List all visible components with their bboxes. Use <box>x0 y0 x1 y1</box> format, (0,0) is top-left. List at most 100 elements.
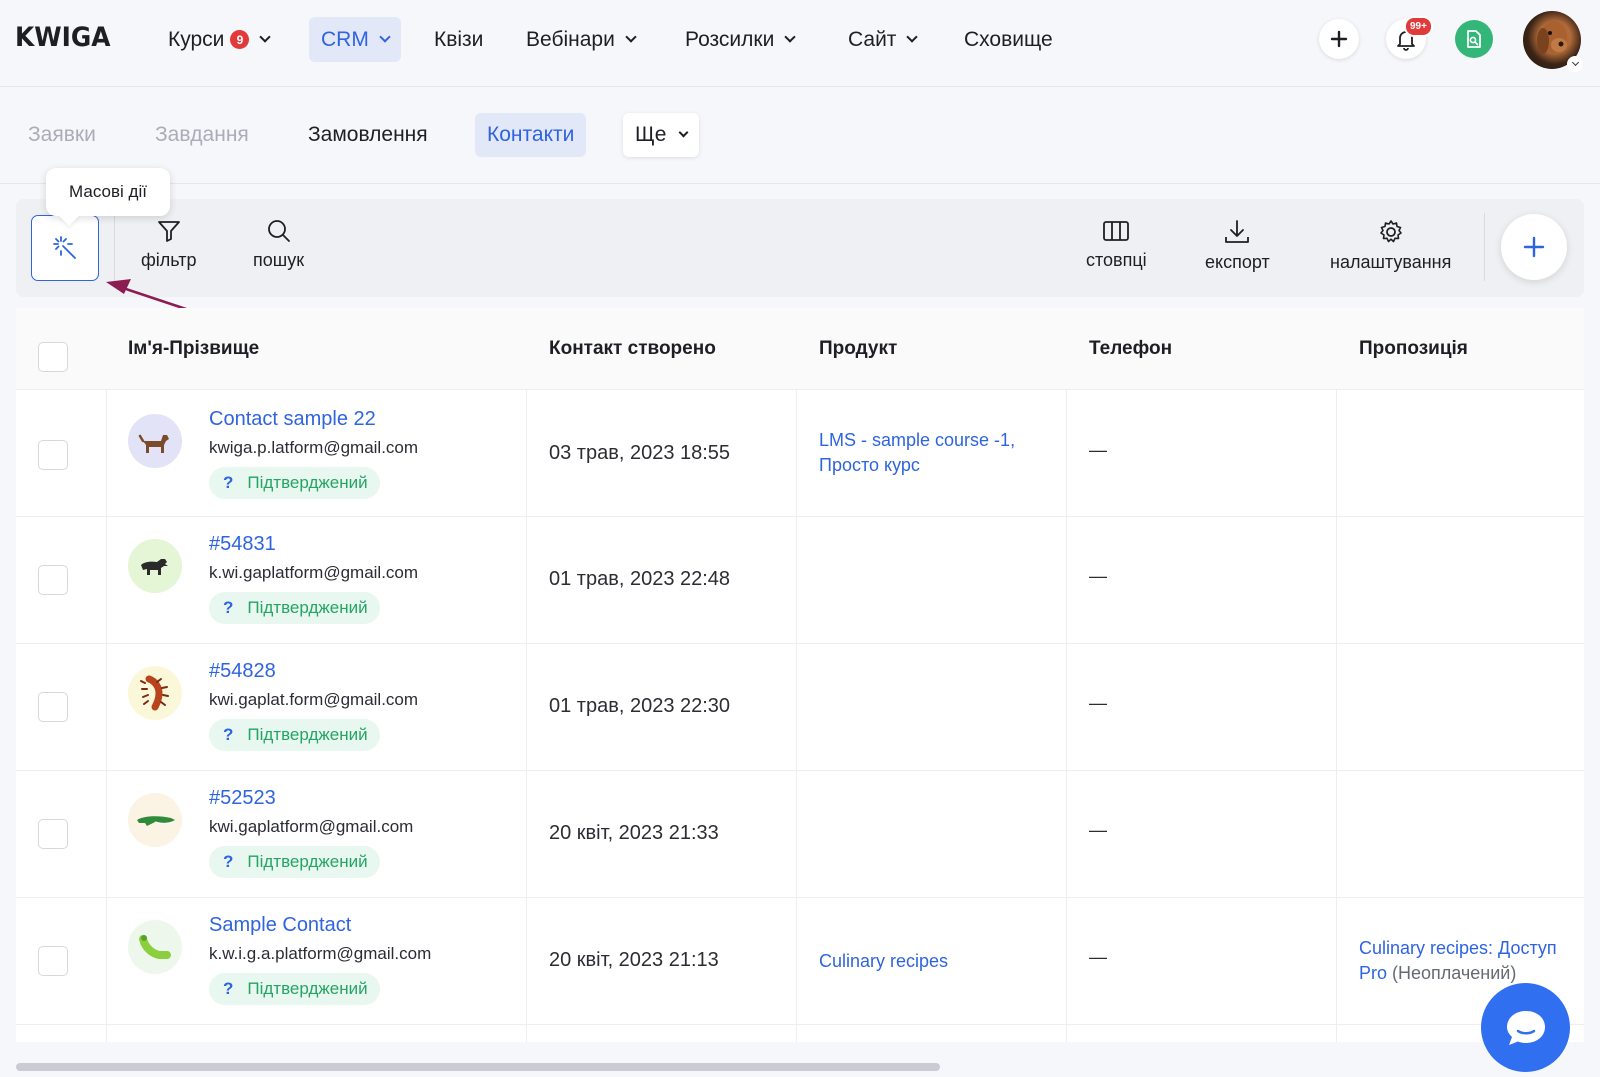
nav-mailings[interactable]: Розсилки <box>673 17 806 62</box>
column-header-phone[interactable]: Телефон <box>1089 308 1172 390</box>
table-row[interactable]: #52523 kwi.gaplatform@gmail.com ? Підтве… <box>16 771 1584 898</box>
nav-crm[interactable]: CRM <box>309 17 401 62</box>
tab-contacts[interactable]: Контакти <box>475 113 587 157</box>
chat-button[interactable] <box>1481 983 1570 1072</box>
contact-avatar <box>128 793 182 847</box>
subnav-divider <box>0 183 1600 184</box>
document-search-icon <box>1467 30 1481 48</box>
created-date: 20 квіт, 2023 21:13 <box>549 949 719 971</box>
status-label: Підтверджений <box>247 598 368 617</box>
top-navigation: KWIGA Курси 9 CRM Квізи Вебінари Розсилк… <box>0 0 1600 87</box>
column-header-name[interactable]: Ім'я-Прізвище <box>128 308 259 390</box>
row-checkbox[interactable] <box>38 692 68 722</box>
filter-icon <box>157 221 180 242</box>
status-label: Підтверджений <box>247 725 368 744</box>
chevron-down-icon[interactable] <box>1567 56 1583 72</box>
support-button[interactable] <box>1455 20 1493 58</box>
tab-more[interactable]: Ще <box>623 113 700 157</box>
nav-mailings-label: Розсилки <box>685 27 775 51</box>
created-date: 20 квіт, 2023 21:33 <box>549 822 719 844</box>
tab-more-label: Ще <box>635 123 667 146</box>
kwiga-logo[interactable]: KWIGA <box>15 22 111 53</box>
tab-requests[interactable]: Заявки <box>16 113 108 157</box>
contact-email: kwiga.p.latform@gmail.com <box>209 438 419 457</box>
row-checkbox[interactable] <box>38 565 68 595</box>
phone-value: — <box>1089 820 1107 840</box>
search-icon <box>267 220 290 242</box>
column-header-offer[interactable]: Пропозиція <box>1359 308 1468 390</box>
row-checkbox[interactable] <box>38 819 68 849</box>
gear-icon <box>1379 220 1402 243</box>
chevron-down-icon <box>379 31 391 43</box>
courses-count-badge: 9 <box>230 30 250 49</box>
table-row[interactable]: #54828 kwi.gaplat.form@gmail.com ? Підтв… <box>16 644 1584 771</box>
contact-avatar <box>128 539 182 593</box>
nav-webinars[interactable]: Вебінари <box>514 17 647 62</box>
row-checkbox[interactable] <box>38 440 68 470</box>
row-checkbox[interactable] <box>38 946 68 976</box>
question-icon: ? <box>223 979 234 998</box>
dog-icon <box>138 434 169 453</box>
tab-requests-label: Заявки <box>28 123 96 146</box>
table-row[interactable]: Sample Contact k.w.i.g.a.platform@gmail.… <box>16 898 1584 1025</box>
offer-payment-status: (Неоплачений) <box>1392 963 1517 983</box>
column-header-product[interactable]: Продукт <box>819 308 897 390</box>
export-button[interactable]: експорт <box>1205 218 1270 273</box>
create-button[interactable] <box>1319 19 1359 59</box>
nav-courses[interactable]: Курси 9 <box>156 17 281 62</box>
horizontal-scrollbar[interactable] <box>16 1063 940 1071</box>
contact-name-link[interactable]: #52523 <box>209 787 276 810</box>
contact-name-link[interactable]: #54828 <box>209 660 276 683</box>
status-badge: ? Підтверджений <box>209 973 380 1005</box>
table-row[interactable]: #54831 k.wi.gaplatform@gmail.com ? Підтв… <box>16 517 1584 644</box>
caterpillar-icon <box>139 935 171 959</box>
contacts-table: Ім'я-Прізвище Контакт створено Продукт Т… <box>16 308 1584 1042</box>
tab-orders[interactable]: Замовлення <box>296 113 440 157</box>
filter-label: фільтр <box>141 250 197 270</box>
column-header-created[interactable]: Контакт створено <box>549 308 716 390</box>
nav-courses-label: Курси <box>168 27 225 51</box>
contact-name-link[interactable]: #54831 <box>209 533 276 556</box>
plus-icon <box>1330 30 1348 48</box>
add-contact-button[interactable] <box>1501 214 1567 280</box>
chevron-down-icon <box>784 31 796 43</box>
chat-bubble-icon <box>1506 1010 1545 1045</box>
filter-button[interactable]: фільтр <box>141 218 197 271</box>
chevron-down-icon <box>906 31 919 43</box>
settings-button[interactable]: налаштування <box>1330 218 1451 273</box>
nav-storage[interactable]: Сховище <box>952 17 1065 62</box>
settings-label: налаштування <box>1330 252 1452 272</box>
phone-value: — <box>1089 947 1107 967</box>
contact-name-link[interactable]: Sample Contact <box>209 914 351 937</box>
search-button[interactable]: пошук <box>253 218 304 271</box>
columns-label: стовпці <box>1086 250 1147 270</box>
select-all-checkbox[interactable] <box>38 342 68 372</box>
chevron-down-icon <box>678 127 689 138</box>
tab-contacts-label: Контакти <box>487 123 575 146</box>
phone-value: — <box>1089 566 1107 586</box>
product-link[interactable]: Culinary recipes <box>819 949 1039 974</box>
nav-site[interactable]: Сайт <box>836 17 928 62</box>
nav-site-label: Сайт <box>848 27 897 51</box>
mass-actions-button[interactable] <box>31 215 99 281</box>
status-badge: ? Підтверджений <box>209 719 380 751</box>
mass-actions-tooltip: Масові дії <box>46 168 170 216</box>
contact-email: kwi.gaplatform@gmail.com <box>209 817 414 836</box>
contact-avatar <box>128 414 182 468</box>
nav-quizzes-label: Квізи <box>434 27 484 51</box>
columns-button[interactable]: стовпці <box>1086 218 1147 271</box>
toolbar-divider <box>114 213 115 281</box>
search-label: пошук <box>253 250 305 270</box>
tab-tasks[interactable]: Завдання <box>143 113 261 157</box>
contact-email: k.w.i.g.a.platform@gmail.com <box>209 944 432 963</box>
nav-quizzes[interactable]: Квізи <box>422 17 495 62</box>
panther-icon <box>141 559 168 575</box>
table-row[interactable]: Contact sample 22 kwiga.p.latform@gmail.… <box>16 390 1584 517</box>
offer-cell[interactable]: Culinary recipes: Доступ Pro (Неоплачени… <box>1359 936 1574 986</box>
product-link[interactable]: LMS - sample course -1, Просто курс <box>819 428 1039 478</box>
chevron-down-icon <box>625 31 637 43</box>
status-label: Підтверджений <box>247 979 368 998</box>
contact-name-link[interactable]: Contact sample 22 <box>209 408 376 431</box>
question-icon: ? <box>223 473 234 492</box>
status-label: Підтверджений <box>247 473 368 492</box>
